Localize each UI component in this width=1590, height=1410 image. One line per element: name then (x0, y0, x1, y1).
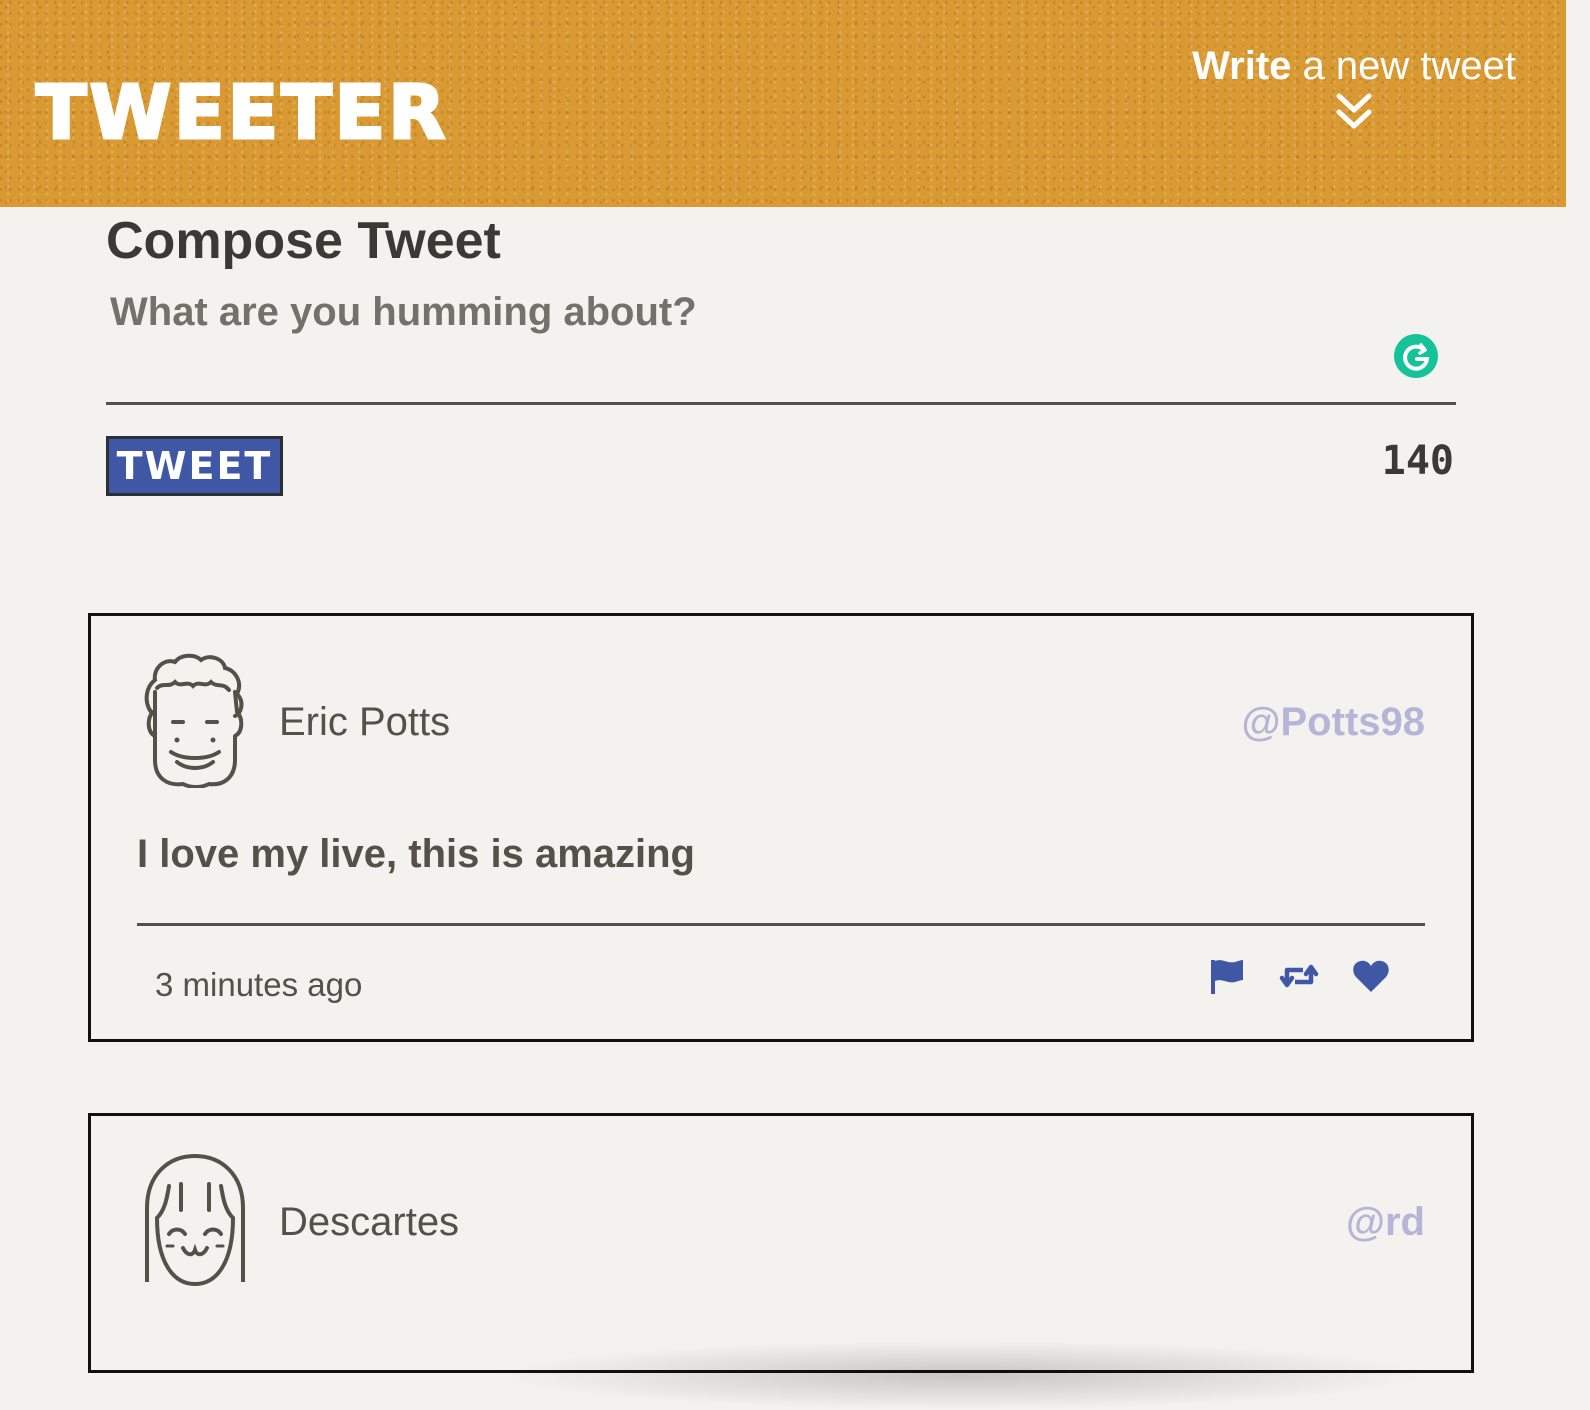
user-name: Descartes (279, 1200, 460, 1244)
tweet-timestamp: 3 minutes ago (155, 966, 363, 1003)
tweet-text-input[interactable] (106, 290, 1456, 405)
tweet-body: I love my live, this is amazing (137, 832, 695, 876)
heart-icon[interactable] (1351, 956, 1391, 996)
tweet-card: Descartes @rd (88, 1113, 1474, 1410)
user-handle[interactable]: @Potts98 (1242, 700, 1426, 745)
retweet-icon[interactable] (1279, 956, 1319, 996)
grammarly-g-icon (1403, 343, 1430, 371)
avatar-curly-hair-icon (144, 653, 244, 788)
user-name: Eric Potts (279, 700, 451, 744)
flag-icon[interactable] (1207, 956, 1247, 996)
double-chevron-down-icon (1336, 93, 1372, 129)
tweet-submit-button[interactable]: TWEET (106, 436, 283, 496)
tweet-actions (1207, 956, 1391, 996)
tweet-card: Eric Potts @Potts98 I love my live, this… (88, 613, 1474, 1042)
write-new-tweet-toggle[interactable]: Write a new tweet (1192, 46, 1516, 132)
compose-title: Compose Tweet (106, 212, 501, 271)
tweet-divider (137, 923, 1425, 926)
drop-shadow (491, 1340, 1431, 1410)
character-counter: 140 (1381, 438, 1454, 484)
grammarly-icon[interactable] (1394, 334, 1438, 378)
write-label-rest: a new tweet (1291, 44, 1516, 88)
top-nav: TWEETER Write a new tweet (0, 0, 1566, 207)
user-handle[interactable]: @rd (1346, 1200, 1425, 1245)
app-logo[interactable]: TWEETER (34, 75, 448, 152)
avatar-bob-hair-icon (145, 1154, 245, 1287)
write-label-bold: Write (1192, 44, 1292, 88)
